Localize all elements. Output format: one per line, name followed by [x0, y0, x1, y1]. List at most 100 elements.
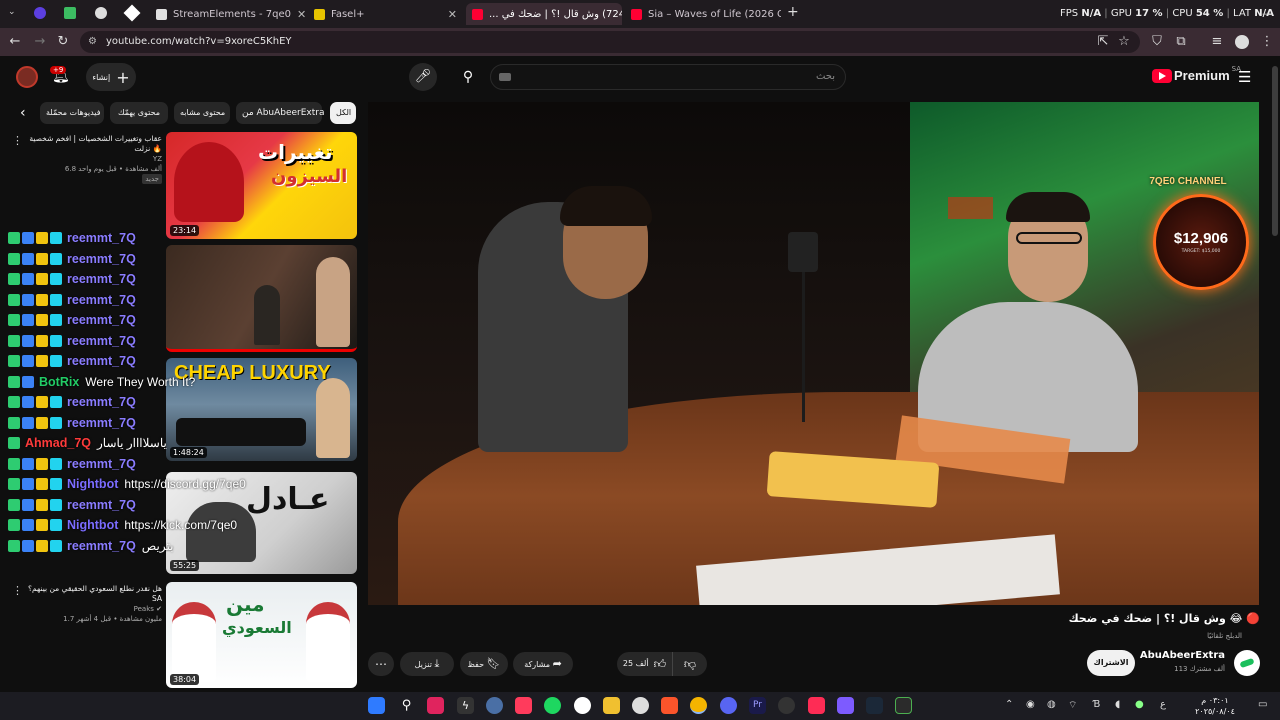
scrollbar-thumb[interactable] [1272, 66, 1278, 236]
back-icon[interactable]: ← [6, 33, 24, 51]
chat-username[interactable]: reemmt_7Q [67, 293, 136, 307]
taskbar-app-icon[interactable] [427, 697, 444, 714]
subscribe-button[interactable]: الاشتراك [1087, 650, 1135, 676]
close-icon[interactable]: ✕ [291, 8, 305, 21]
page-scrollbar[interactable] [1270, 58, 1280, 690]
discord-icon[interactable] [720, 697, 737, 714]
clock[interactable]: ٠٣:٠١ م ٢٠٢٥/٠٨/٠٤ [1185, 695, 1245, 717]
dislike-button[interactable]: 👎︎ [673, 652, 707, 676]
search-icon[interactable]: ⚲ [398, 697, 415, 714]
tab-youtube-video[interactable]: (724) وش قال !؟ | ضحك في ... ✕ [466, 3, 622, 25]
taskbar-app-icon[interactable] [544, 697, 561, 714]
tray-volume-icon[interactable]: ◖ [1115, 699, 1120, 710]
related-thumbnail[interactable]: مين السعودي 38:04 [166, 582, 357, 688]
tab-fasel[interactable]: Fasel+ ✕ [308, 3, 463, 25]
related-thumbnail[interactable]: تغييرات السيزون 23:14 [166, 132, 357, 239]
tray-wifi-icon[interactable]: ⌔ [1068, 699, 1077, 712]
file-explorer-icon[interactable] [603, 697, 620, 714]
start-windows-icon[interactable] [368, 697, 385, 714]
voice-search-icon[interactable]: 🎤︎ [409, 63, 437, 91]
chip-downloaded[interactable]: فيديوهات محمّلة [40, 102, 104, 124]
taskbar-app-icon[interactable] [515, 697, 532, 714]
taskbar-app-icon[interactable] [574, 697, 591, 714]
chat-username[interactable]: reemmt_7Q [67, 334, 136, 348]
download-button[interactable]: تنزيل ⤓ [400, 652, 454, 676]
search-icon[interactable]: ⚲ [455, 64, 481, 90]
chat-username[interactable]: Nightbot [67, 477, 118, 491]
reload-icon[interactable]: ↻ [54, 33, 72, 51]
site-info-icon[interactable]: ⚙ [88, 31, 97, 53]
profile-avatar[interactable] [1235, 35, 1249, 49]
chat-username[interactable]: Nightbot [67, 518, 118, 532]
video-player[interactable]: 7QE0 CHANNEL $12,906 TARGET: $15,000 [368, 102, 1259, 605]
settings-icon[interactable] [486, 697, 503, 714]
pinned-tab-icon[interactable] [95, 7, 107, 19]
forward-icon[interactable]: → [31, 33, 49, 51]
minimize-button[interactable]: — [1262, 7, 1273, 20]
brave-icon[interactable] [661, 697, 678, 714]
more-options-icon[interactable]: ⋮ [12, 134, 23, 147]
chat-username[interactable]: Ahmad_7Q [25, 436, 91, 450]
chat-username[interactable]: reemmt_7Q [67, 416, 136, 430]
chevron-left-icon[interactable]: ‹ [20, 105, 26, 121]
tray-mic-icon[interactable]: ● [1135, 699, 1144, 710]
pinned-tab-icon[interactable] [34, 7, 46, 19]
taskbar-app-icon[interactable] [632, 697, 649, 714]
tray-network-icon[interactable]: ◍ [1047, 699, 1056, 710]
related-channel-name[interactable]: Peaks ✔ [28, 604, 162, 614]
tray-gamepad-icon[interactable]: ◉ [1026, 699, 1035, 710]
keyboard-icon[interactable] [499, 73, 511, 81]
taskbar-app-icon[interactable] [837, 697, 854, 714]
tab-streamelements[interactable]: StreamElements - 7qe0 ✕ [150, 3, 305, 25]
chat-username[interactable]: reemmt_7Q [67, 272, 136, 286]
premiere-icon[interactable]: Pr [749, 697, 766, 714]
pinned-tab-icon[interactable] [123, 4, 141, 22]
tiktok-icon[interactable] [808, 697, 825, 714]
related-channel-name[interactable]: YZ [28, 154, 162, 164]
chip-similar[interactable]: محتوى مشابه [174, 102, 230, 124]
terminal-icon[interactable] [895, 697, 912, 714]
youtube-premium-logo[interactable]: Premium SA [1152, 65, 1241, 83]
lightning-app-icon[interactable]: ϟ [457, 697, 474, 714]
extensions-icon[interactable]: ⧉ [1172, 33, 1190, 51]
new-tab-button[interactable]: + [787, 4, 799, 20]
chat-username[interactable]: reemmt_7Q [67, 539, 136, 553]
channel-avatar[interactable] [1234, 650, 1260, 676]
shield-icon[interactable]: ⛉ [1148, 33, 1166, 51]
tray-app-icon[interactable]: Ɓ [1093, 699, 1100, 710]
related-thumbnail[interactable] [166, 245, 357, 352]
more-actions-button[interactable]: ⋯ [368, 652, 394, 676]
close-icon[interactable]: ✕ [442, 8, 457, 21]
channel-name[interactable]: AbuAbeerExtra [1120, 650, 1225, 661]
taskbar-app-icon[interactable] [778, 697, 795, 714]
reading-list-icon[interactable]: ≡ [1208, 33, 1226, 51]
chat-username[interactable]: reemmt_7Q [67, 252, 136, 266]
chrome-icon[interactable] [690, 697, 707, 714]
save-button[interactable]: حفظ 🔖︎ [460, 652, 508, 676]
chat-username[interactable]: BotRix [39, 375, 79, 389]
search-input[interactable]: بحث [490, 64, 846, 90]
chat-username[interactable]: reemmt_7Q [67, 457, 136, 471]
account-avatar[interactable] [16, 66, 38, 88]
chip-from-channel[interactable]: من AbuAbeerExtra [236, 102, 325, 124]
more-options-icon[interactable]: ⋮ [12, 584, 23, 597]
install-app-icon[interactable]: ⇱ [1094, 33, 1112, 51]
chat-username[interactable]: reemmt_7Q [67, 395, 136, 409]
hamburger-menu-icon[interactable]: ☰ [1238, 68, 1251, 86]
menu-kebab-icon[interactable]: ⋮ [1258, 33, 1276, 51]
chat-username[interactable]: reemmt_7Q [67, 231, 136, 245]
bookmark-star-icon[interactable]: ☆ [1115, 33, 1133, 51]
input-language[interactable]: ع [1160, 699, 1166, 710]
pinned-tab-icon[interactable] [64, 7, 76, 19]
tab-list-icon[interactable]: ⌄ [8, 7, 20, 19]
tab-sia-waves[interactable]: Sia – Waves of Life (2026 Officia... ✕ [625, 3, 781, 25]
chat-username[interactable]: reemmt_7Q [67, 354, 136, 368]
notification-center-icon[interactable]: ▭ [1258, 699, 1267, 710]
address-bar[interactable]: ⚙ youtube.com/watch?v=9xoreC5KhEY [80, 31, 1140, 53]
show-hidden-icons[interactable]: ⌃ [1005, 699, 1013, 710]
share-button[interactable]: مشاركة ➦ [513, 652, 573, 676]
chat-username[interactable]: reemmt_7Q [67, 313, 136, 327]
chip-all[interactable]: الكل [330, 102, 356, 124]
chip-for-you[interactable]: محتوى يهمّك [110, 102, 168, 124]
create-button[interactable]: إنشاء + [86, 63, 136, 91]
